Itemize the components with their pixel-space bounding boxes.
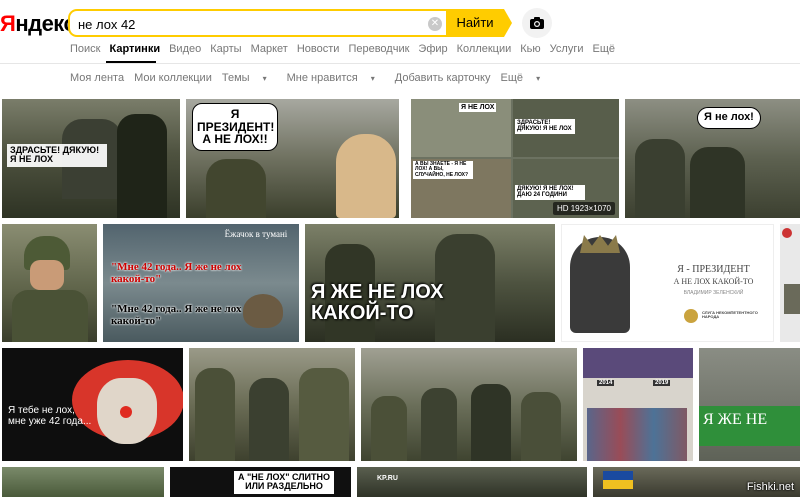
themes-dropdown[interactable]: Темы ▾ xyxy=(222,72,277,88)
image-result-6[interactable]: Ёжачок в тумані "Мне 42 года.. Я же не л… xyxy=(103,224,299,342)
image-result-12[interactable] xyxy=(361,348,577,461)
image-result-7[interactable]: Я ЖЕ НЕ ЛОХ КАКОЙ-ТО xyxy=(305,224,555,342)
image-result-14[interactable]: Я ЖЕ НЕ xyxy=(699,348,800,461)
nav-collections[interactable]: Коллекции xyxy=(457,43,512,59)
search-button[interactable]: Найти xyxy=(446,9,504,37)
my-feed-link[interactable]: Моя лента xyxy=(70,72,124,88)
image-caption: Я ЖЕ НЕ xyxy=(703,411,768,428)
resolution-badge: HD 1923×1070 xyxy=(552,202,615,215)
image-caption: Я ЖЕ НЕ ЛОХ КАКОЙ-ТО xyxy=(311,281,444,324)
search-button-arrow xyxy=(504,9,512,37)
image-caption: Ёжачок в тумані xyxy=(224,229,288,239)
nav-q[interactable]: Кью xyxy=(520,43,540,59)
nav-images[interactable]: Картинки xyxy=(109,43,160,59)
search-form: ✕ Найти xyxy=(68,9,512,37)
nav-efir[interactable]: Эфир xyxy=(418,43,447,59)
my-collections-link[interactable]: Мои коллекции xyxy=(134,72,212,88)
image-caption: А НЕ ЛОХ КАКОЙ-ТО xyxy=(673,277,754,286)
search-input[interactable] xyxy=(78,15,418,33)
image-result-3[interactable]: Я НЕ ЛОХ ЗДРАСЬТЕ! ДЯКУЮ! Я НЕ ЛОХ А ВЫ … xyxy=(411,99,619,218)
image-result-1[interactable]: ЗДРАСЬТЕ! ДЯКУЮ! Я НЕ ЛОХ xyxy=(2,99,180,218)
yandex-logo[interactable]: Яндекс xyxy=(0,11,76,37)
image-result-16[interactable]: А "НЕ ЛОХ" СЛИТНО ИЛИ РАЗДЕЛЬНО xyxy=(170,467,351,497)
image-caption: ВЛАДИМИР ЗЕЛЕНСКИЙ xyxy=(683,290,744,296)
image-caption: Я ПРЕЗИДЕНТ! А НЕ ЛОХ!! xyxy=(192,103,278,151)
likes-dropdown[interactable]: Мне нравится ▾ xyxy=(287,72,385,88)
image-caption: 2014 xyxy=(597,380,615,387)
image-caption: А "НЕ ЛОХ" СЛИТНО ИЛИ РАЗДЕЛЬНО xyxy=(234,471,334,494)
camera-icon[interactable] xyxy=(522,8,552,38)
chevron-down-icon: ▾ xyxy=(262,74,267,83)
image-result-8[interactable]: Я - ПРЕЗИДЕНТ А НЕ ЛОХ КАКОЙ-ТО ВЛАДИМИР… xyxy=(561,224,774,342)
nav-more[interactable]: Ещё xyxy=(592,43,615,59)
image-caption: Я не лох! xyxy=(697,107,761,129)
divider xyxy=(0,63,800,64)
image-caption: А ВЫ ЗНАЕТЕ - Я НЕ ЛОХ! А ВЫ, СЛУЧАЙНО, … xyxy=(413,161,473,179)
image-result-15[interactable] xyxy=(2,467,164,497)
nav-market[interactable]: Маркет xyxy=(251,43,288,59)
nav-translate[interactable]: Переводчик xyxy=(348,43,409,59)
image-caption: 2019 xyxy=(653,380,671,387)
image-caption: ДЯКУЮ! Я НЕ ЛОХ! ДАЮ 24 ГОДИНИ xyxy=(515,185,585,200)
image-result-4[interactable]: Я не лох! xyxy=(625,99,800,218)
nav-services[interactable]: Услуги xyxy=(550,43,584,59)
image-caption: "Мне 42 года.. Я же не лох какой-то" xyxy=(111,261,242,285)
image-caption: ЗДРАСЬТЕ! ДЯКУЮ! Я НЕ ЛОХ xyxy=(515,119,575,134)
image-caption: Я - ПРЕЗИДЕНТ xyxy=(677,264,750,275)
nav-maps[interactable]: Карты xyxy=(210,43,241,59)
image-result-2[interactable]: Я ПРЕЗИДЕНТ! А НЕ ЛОХ!! xyxy=(186,99,399,218)
nav-news[interactable]: Новости xyxy=(297,43,340,59)
image-caption: Я тебе не лох, мне уже 42 года... xyxy=(8,405,92,427)
image-caption: KP.RU xyxy=(377,475,398,482)
chevron-down-icon: ▾ xyxy=(370,74,375,83)
image-result-5[interactable] xyxy=(2,224,97,342)
chevron-down-icon: ▾ xyxy=(536,74,541,83)
nav-search[interactable]: Поиск xyxy=(70,43,100,59)
image-result-13[interactable]: 2014 2019 xyxy=(583,348,693,461)
image-result-9[interactable] xyxy=(780,224,800,342)
image-caption: ЗДРАСЬТЕ! ДЯКУЮ! Я НЕ ЛОХ xyxy=(7,144,107,167)
clear-icon[interactable]: ✕ xyxy=(428,17,442,31)
add-card-link[interactable]: Добавить карточку xyxy=(395,72,491,88)
sub-nav: Моя лента Мои коллекции Темы ▾ Мне нрави… xyxy=(70,72,560,88)
more-dropdown[interactable]: Ещё ▾ xyxy=(500,72,550,88)
image-result-10[interactable]: Я тебе не лох, мне уже 42 года... xyxy=(2,348,183,461)
watermark: Fishki.net xyxy=(746,481,794,493)
image-result-17[interactable]: KP.RU xyxy=(357,467,587,497)
image-caption: "Мне 42 года.. Я же не лох какой-то" xyxy=(111,303,242,327)
search-box: ✕ xyxy=(68,9,446,37)
image-caption: СЛУГА НЕКОМПЕТЕНТНОГО НАРОДА xyxy=(702,310,758,320)
image-caption: Я НЕ ЛОХ xyxy=(459,103,497,113)
nav-video[interactable]: Видео xyxy=(169,43,201,59)
image-result-11[interactable] xyxy=(189,348,355,461)
service-nav: Поиск Картинки Видео Карты Маркет Новост… xyxy=(70,43,624,59)
